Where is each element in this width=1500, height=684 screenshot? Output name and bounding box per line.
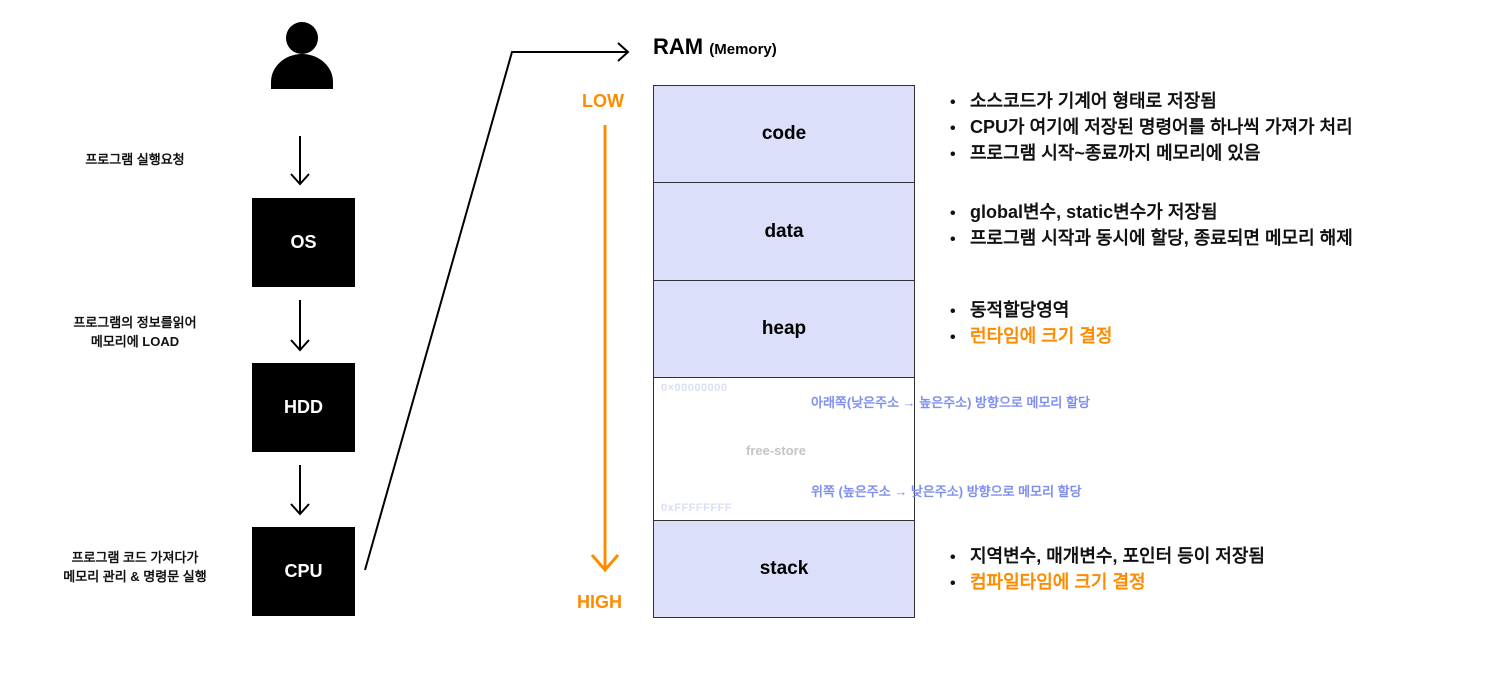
free-store-label: free-store xyxy=(746,443,806,458)
person-icon xyxy=(270,20,334,90)
stack-direction-note: 위쪽 (높은주소 → 낮은주소) 방향으로 메모리 할당 xyxy=(811,484,1082,499)
address-direction-arrow xyxy=(590,125,620,573)
ram-title: RAM (Memory) xyxy=(653,34,777,60)
heap-direction-note: 아래쪽(낮은주소 → 높은주소) 방향으로 메모리 할당 xyxy=(811,395,1090,410)
step-label-line: 프로그램 실행요청 xyxy=(85,152,185,167)
address-low-hex: 0×00000000 xyxy=(661,382,728,394)
note-item-highlight: 런타임에 크기 결정 xyxy=(950,324,1112,350)
notes-code: 소스코드가 기계어 형태로 저장됨 CPU가 여기에 저장된 명령어를 하나씩 … xyxy=(950,89,1353,167)
address-high-hex: 0xFFFFFFFF xyxy=(661,502,732,514)
segment-code: code xyxy=(653,85,915,183)
note-item: 지역변수, 매개변수, 포인터 등이 저장됨 xyxy=(950,544,1265,570)
note-item: CPU가 여기에 저장된 명령어를 하나씩 가져가 처리 xyxy=(950,115,1353,141)
ram-title-main: RAM xyxy=(653,34,704,59)
segment-data: data xyxy=(653,182,915,281)
segment-heap-label: heap xyxy=(761,318,807,339)
segment-stack: stack xyxy=(653,520,915,618)
hdd-box: HDD xyxy=(252,363,355,452)
segment-data-label: data xyxy=(764,220,804,242)
step-label-load: 프로그램의 정보를읽어 메모리에 LOAD xyxy=(40,313,230,351)
arrow-os-to-hdd xyxy=(290,300,310,352)
step-label-request: 프로그램 실행요청 xyxy=(40,150,230,169)
ram-title-sub: (Memory) xyxy=(709,41,777,58)
note-item: 소스코드가 기계어 형태로 저장됨 xyxy=(950,89,1353,115)
notes-stack: 지역변수, 매개변수, 포인터 등이 저장됨 컴파일타임에 크기 결정 xyxy=(950,544,1265,596)
note-item: 동적할당영역 xyxy=(950,298,1112,324)
notes-heap: 동적할당영역 런타임에 크기 결정 xyxy=(950,298,1112,350)
note-item-highlight: 컴파일타임에 크기 결정 xyxy=(950,570,1265,596)
cpu-box: CPU xyxy=(252,527,355,616)
note-item: 프로그램 시작과 동시에 할당, 종료되면 메모리 해제 xyxy=(950,226,1353,252)
arrow-user-to-os xyxy=(290,136,310,186)
low-address-label: LOW xyxy=(582,91,624,111)
segment-code-label: code xyxy=(761,123,807,144)
high-address-label: HIGH xyxy=(577,592,622,612)
note-item: 프로그램 시작~종료까지 메모리에 있음 xyxy=(950,141,1353,167)
segment-stack-label: stack xyxy=(759,558,809,579)
notes-data: global변수, static변수가 저장됨 프로그램 시작과 동시에 할당,… xyxy=(950,200,1353,252)
note-item: global변수, static변수가 저장됨 xyxy=(950,200,1353,226)
step-label-line: 메모리에 LOAD xyxy=(90,334,180,349)
arrow-cpu-to-ram xyxy=(364,42,630,571)
arrow-hdd-to-cpu xyxy=(290,465,310,516)
step-label-line: 프로그램의 정보를읽어 xyxy=(73,315,197,330)
segment-heap: heap xyxy=(653,280,915,378)
step-label-line: 메모리 관리 & 명령문 실행 xyxy=(63,569,207,584)
step-label-execute: 프로그램 코드 가져다가 메모리 관리 & 명령문 실행 xyxy=(30,548,240,586)
os-box: OS xyxy=(252,198,355,287)
step-label-line: 프로그램 코드 가져다가 xyxy=(71,550,199,565)
